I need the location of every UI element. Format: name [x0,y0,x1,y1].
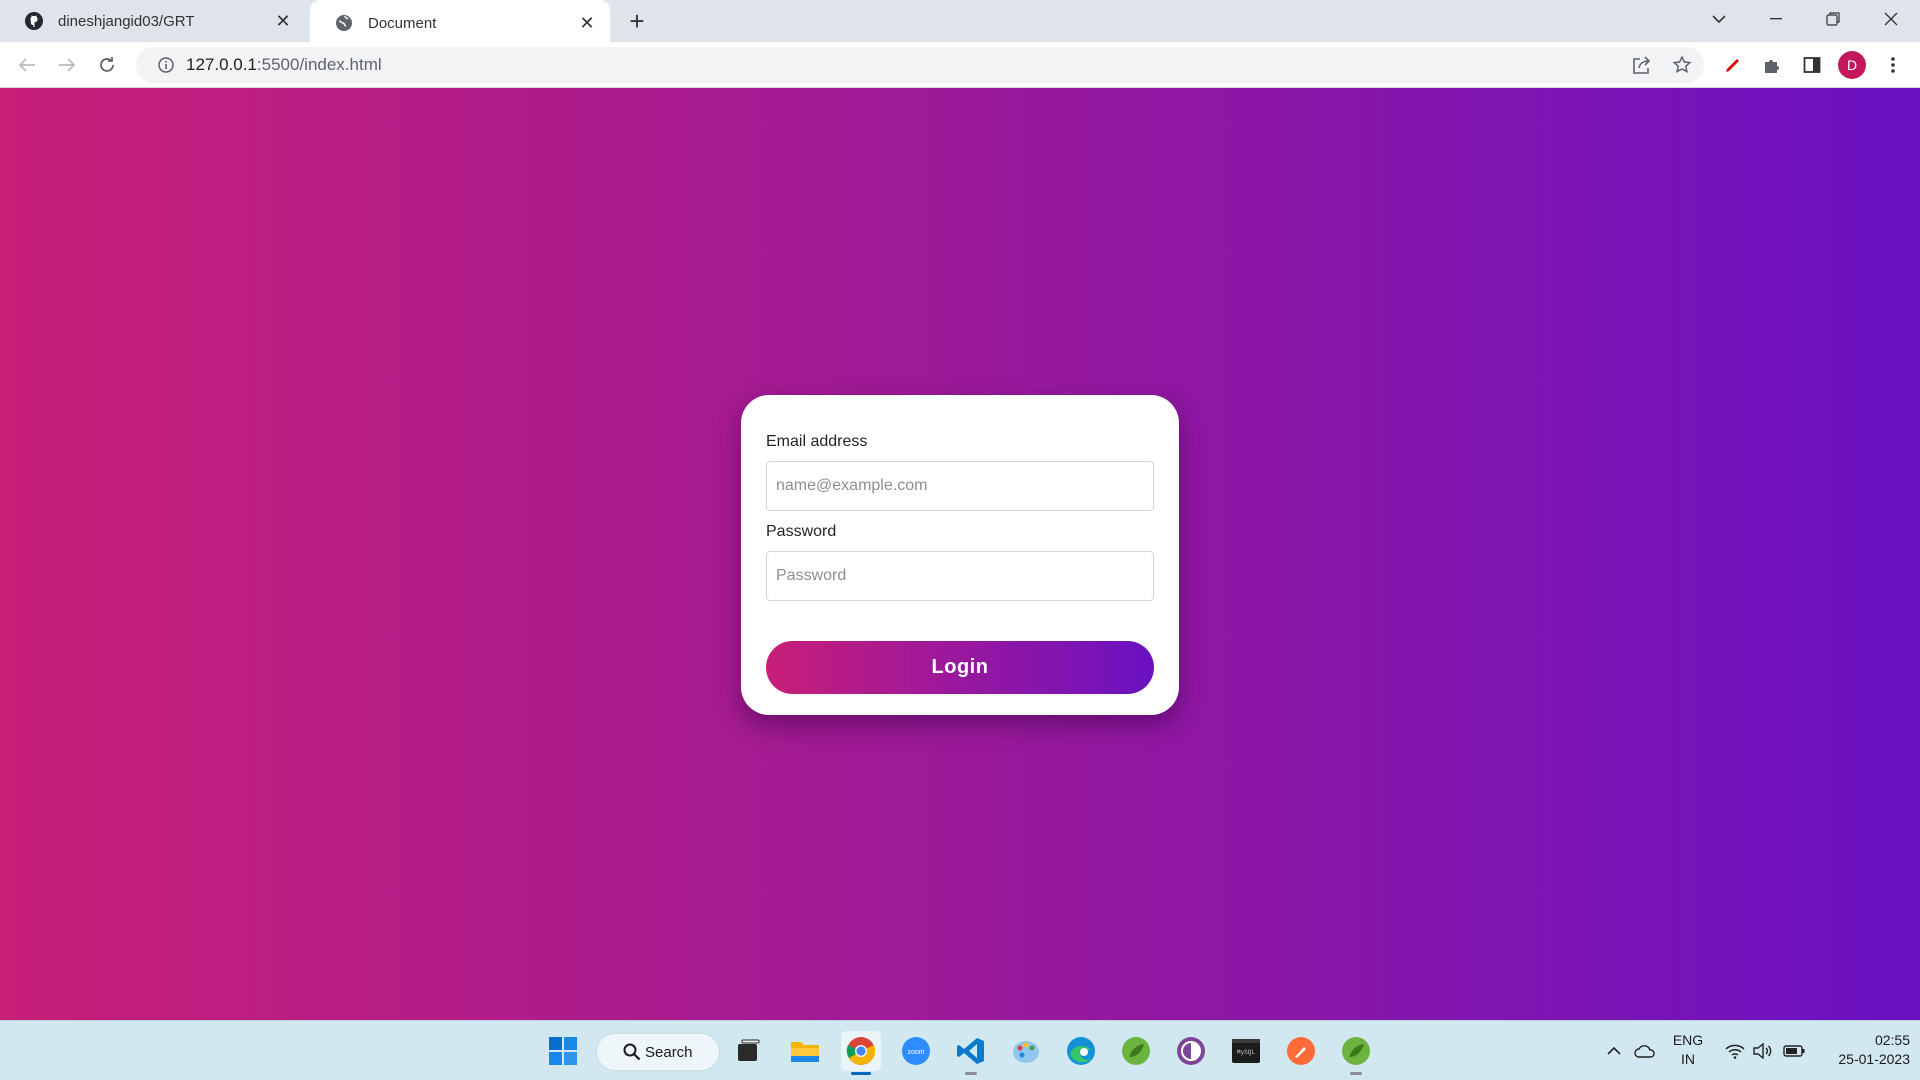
close-tab-icon[interactable]: ✕ [576,12,598,34]
profile-avatar[interactable]: D [1838,51,1866,79]
tab-github[interactable]: dineshjangid03/GRT ✕ [0,0,306,42]
tab-document[interactable]: Document ✕ [310,0,610,46]
login-button[interactable]: Login [766,641,1154,694]
spring-icon[interactable] [1336,1031,1376,1075]
search-label: Search [645,1043,693,1061]
bookmark-star-icon[interactable] [1667,50,1697,80]
email-field[interactable] [766,461,1154,511]
page-background: Email address Password Login [0,88,1920,1020]
side-panel-icon[interactable] [1797,50,1827,80]
close-tab-icon[interactable]: ✕ [272,10,294,32]
address-bar[interactable]: 127.0.0.1:5500/index.html [136,47,1704,83]
pen-extension-icon[interactable] [1717,50,1747,80]
menu-kebab-icon[interactable] [1878,50,1908,80]
github-icon [24,11,44,31]
svg-text:zoom: zoom [907,1049,924,1056]
language-code: ENG [1672,1032,1704,1048]
restore-button[interactable] [1811,0,1855,38]
close-window-button[interactable] [1869,0,1913,38]
postman-icon[interactable] [1281,1031,1321,1071]
url-path: :5500/index.html [256,55,382,74]
chrome-icon[interactable] [841,1031,881,1075]
wifi-icon[interactable] [1722,1021,1748,1080]
minimize-button[interactable] [1754,0,1798,38]
paint-icon[interactable] [1006,1031,1046,1071]
browser-tab-strip: dineshjangid03/GRT ✕ Document ✕ + [0,0,1920,46]
file-explorer-icon[interactable] [785,1031,825,1071]
site-info-icon[interactable] [148,57,184,73]
svg-text:MySQL: MySQL [1237,1049,1255,1056]
language-indicator[interactable]: ENG IN [1660,1031,1716,1069]
password-field[interactable] [766,551,1154,601]
onedrive-cloud-icon[interactable] [1632,1021,1658,1080]
search-icon [623,1043,641,1065]
share-icon[interactable] [1627,50,1657,80]
vscode-icon[interactable] [951,1031,991,1075]
system-clock[interactable]: 02:55 25-01-2023 [1814,1031,1910,1069]
back-button[interactable] [12,50,42,80]
mysql-icon[interactable]: MySQL [1226,1031,1266,1071]
url-host: 127.0.0.1 [186,55,257,74]
edge-icon[interactable] [1061,1031,1101,1071]
extensions-puzzle-icon[interactable] [1757,50,1787,80]
tab-title: Document [368,14,437,32]
browser-toolbar: 127.0.0.1:5500/index.html D [0,42,1920,88]
login-card: Email address Password Login [741,395,1179,715]
password-label: Password [766,523,837,540]
globe-icon [334,13,354,33]
clock-time: 02:55 [1874,1032,1910,1048]
reload-button[interactable] [92,50,122,80]
forward-button[interactable] [52,50,82,80]
windows-taskbar: Search zoom MySQL ENG IN 02:55 25-01-202… [0,1020,1920,1080]
battery-icon[interactable] [1780,1021,1808,1080]
region-code: IN [1681,1051,1695,1067]
tab-title: dineshjangid03/GRT [58,12,195,30]
tab-search-chevron-icon[interactable] [1697,0,1741,38]
taskbar-search-box[interactable]: Search [596,1033,720,1071]
new-tab-button[interactable]: + [622,6,652,36]
email-label: Email address [766,433,868,450]
windows-start-icon[interactable] [543,1031,583,1071]
volume-icon[interactable] [1750,1021,1776,1080]
task-view-icon[interactable] [729,1031,769,1071]
tor-icon[interactable] [1171,1031,1211,1071]
running-app-indicator [965,1072,977,1075]
running-app-indicator [1350,1072,1362,1075]
zoom-icon[interactable]: zoom [896,1031,936,1071]
url-text: 127.0.0.1:5500/index.html [186,55,382,75]
active-app-indicator [851,1072,871,1075]
spring-icon[interactable] [1116,1031,1156,1071]
clock-date: 25-01-2023 [1838,1051,1910,1067]
chevron-up-icon[interactable] [1604,1021,1624,1080]
